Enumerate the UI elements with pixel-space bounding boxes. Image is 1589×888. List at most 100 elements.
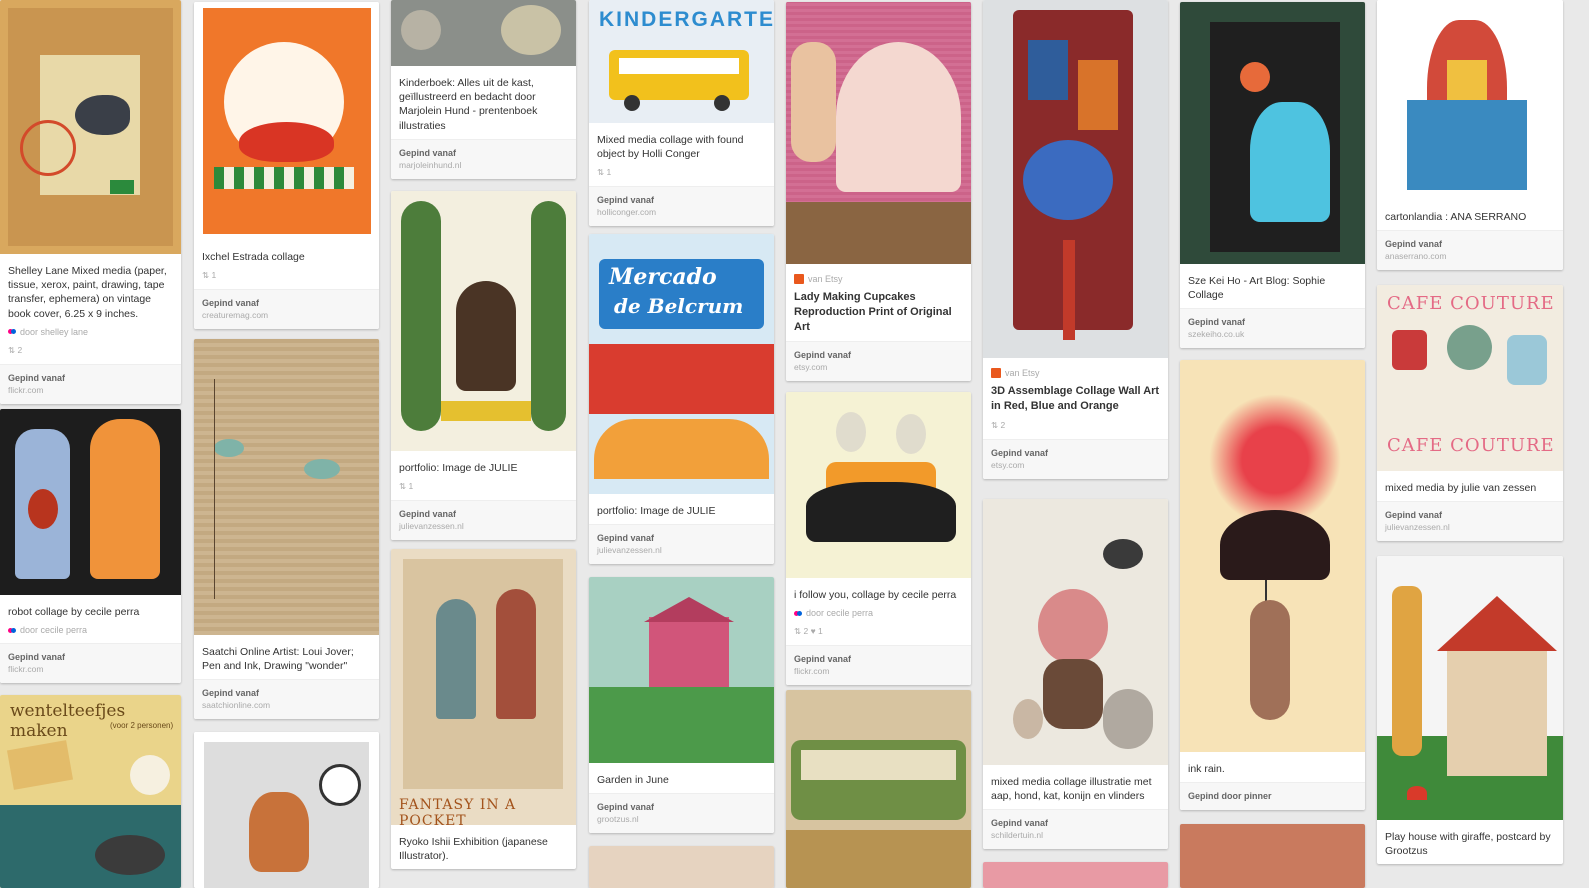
pin-description: Saatchi Online Artist: Loui Jover; Pen a… <box>202 646 354 673</box>
pin-card[interactable]: Mercado de Belcrum portfolio: Image de J… <box>589 234 774 565</box>
pin-card[interactable]: van Etsy Lady Making Cupcakes Reproducti… <box>786 2 971 381</box>
flickr-icon <box>8 329 16 335</box>
pin-attribution[interactable]: door cecile perra <box>0 625 181 643</box>
pin-card[interactable]: FANTASY IN A POCKET Ryoko Ishii Exhibiti… <box>391 549 576 870</box>
pin-image[interactable] <box>391 0 576 66</box>
pin-image[interactable] <box>589 846 774 888</box>
pin-image[interactable] <box>983 499 1168 765</box>
pin-image[interactable] <box>786 392 971 578</box>
pin-image[interactable] <box>983 862 1168 888</box>
pin-image[interactable] <box>0 409 181 595</box>
pin-image[interactable] <box>1377 556 1563 820</box>
pin-description: robot collage by cecile perra <box>8 606 140 618</box>
pin-source[interactable]: Gepind vanaf julievanzessen.nl <box>391 500 576 541</box>
pin-image[interactable]: KINDERGARTEN <box>589 0 774 123</box>
pin-card[interactable]: robot collage by cecile perra door cecil… <box>0 409 181 684</box>
repin-count: ⇅ 2 ♥ 1 <box>794 626 823 637</box>
pin-description: Ryoko Ishii Exhibition (japanese Illustr… <box>399 836 548 863</box>
pin-image[interactable] <box>194 339 379 635</box>
pin-source[interactable]: Gepind vanaf julievanzessen.nl <box>589 524 774 565</box>
pin-description: mixed media by julie van zessen <box>1385 482 1537 494</box>
pin-card[interactable]: wentelteefjes maken (voor 2 personen) <box>0 695 181 888</box>
pin-card[interactable] <box>1180 824 1365 888</box>
pin-source[interactable]: Gepind vanaf flickr.com <box>0 363 181 404</box>
pin-card[interactable] <box>194 732 379 888</box>
repin-count: ⇅ 1 <box>399 481 414 492</box>
pin-card[interactable]: Garden in June Gepind vanaf grootzus.nl <box>589 577 774 834</box>
poster-title: CAFE COUTURE <box>1387 293 1555 314</box>
pin-image[interactable] <box>983 0 1168 358</box>
pin-card[interactable]: van Etsy 3D Assemblage Collage Wall Art … <box>983 0 1168 479</box>
pin-image[interactable]: Mercado de Belcrum <box>589 234 774 494</box>
pin-source[interactable]: Gepind vanaf julievanzessen.nl <box>1377 501 1563 542</box>
pin-image[interactable] <box>1180 360 1365 752</box>
pin-card[interactable]: Ixchel Estrada collage ⇅ 1 Gepind vanaf c… <box>194 2 379 330</box>
pin-card[interactable]: CAFE COUTURE CAFE COUTURE mixed media by… <box>1377 285 1563 542</box>
pin-image[interactable] <box>786 2 971 264</box>
pin-image[interactable] <box>391 191 576 451</box>
pin-description: Mixed media collage with found object by… <box>597 134 744 161</box>
pin-card[interactable] <box>786 690 971 888</box>
pin-image[interactable] <box>0 0 181 254</box>
pin-description: i follow you, collage by cecile perra <box>794 589 957 601</box>
pin-description: Kinderboek: Alles uit de kast, geïllustr… <box>399 77 538 132</box>
pin-image[interactable]: CAFE COUTURE CAFE COUTURE <box>1377 285 1563 471</box>
pin-vendor[interactable]: van Etsy <box>786 264 971 288</box>
pin-card[interactable]: Saatchi Online Artist: Loui Jover; Pen a… <box>194 339 379 720</box>
repin-count: ⇅ 2 <box>8 344 23 355</box>
pin-source[interactable]: Gepind door pinner <box>1180 782 1365 811</box>
repin-count: ⇅ 1 <box>202 270 217 281</box>
poster-subtitle: (voor 2 personen) <box>110 721 174 730</box>
pin-card[interactable]: Sze Kei Ho - Art Blog: Sophie Collage Ge… <box>1180 2 1365 349</box>
pin-image[interactable] <box>786 690 971 888</box>
pin-card[interactable]: Shelley Lane Mixed media (paper, tissue,… <box>0 0 181 404</box>
pin-card[interactable] <box>589 846 774 888</box>
pin-card[interactable]: Play house with giraffe, postcard by Gro… <box>1377 556 1563 865</box>
pin-source[interactable]: Gepind vanaf saatchionline.com <box>194 679 379 720</box>
pin-description: portfolio: Image de JULIE <box>399 462 518 474</box>
pin-card[interactable]: i follow you, collage by cecile perra do… <box>786 392 971 686</box>
pin-card[interactable]: ink rain. Gepind door pinner <box>1180 360 1365 811</box>
pin-source[interactable]: Gepind vanaf flickr.com <box>786 645 971 686</box>
pin-source[interactable]: Gepind vanaf grootzus.nl <box>589 793 774 834</box>
pin-source[interactable]: Gepind vanaf etsy.com <box>786 340 971 381</box>
pin-card[interactable]: mixed media collage illustratie met aap,… <box>983 499 1168 850</box>
pin-description: Lady Making Cupcakes Reproduction Print … <box>794 291 952 333</box>
pin-image[interactable] <box>194 732 379 888</box>
pin-image[interactable]: FANTASY IN A POCKET <box>391 549 576 825</box>
pin-attribution[interactable]: door cecile perra <box>786 608 971 626</box>
pin-vendor[interactable]: van Etsy <box>983 358 1168 382</box>
pin-image[interactable] <box>1180 824 1365 888</box>
pin-card[interactable]: cartonlandia : ANA SERRANO Gepind vanaf a… <box>1377 0 1563 271</box>
pin-card[interactable]: Kinderboek: Alles uit de kast, geïllustr… <box>391 0 576 179</box>
pin-source[interactable]: Gepind vanaf anaserrano.com <box>1377 230 1563 271</box>
pin-image[interactable] <box>194 2 379 240</box>
pin-attribution[interactable]: door shelley lane <box>0 327 181 345</box>
poster-title: FANTASY IN A POCKET <box>399 797 517 825</box>
pin-source[interactable]: Gepind vanaf creaturemag.com <box>194 289 379 330</box>
pin-card[interactable]: portfolio: Image de JULIE ⇅ 1 Gepind van… <box>391 191 576 541</box>
like-count: 1 <box>818 626 823 637</box>
pin-source[interactable]: Gepind vanaf holliconger.com <box>589 186 774 227</box>
poster-subtitle: de Belcrum <box>614 294 744 318</box>
pin-image[interactable] <box>1180 2 1365 264</box>
pin-description: portfolio: Image de JULIE <box>597 505 716 517</box>
poster-title: KINDERGARTEN <box>599 8 774 31</box>
pin-description: Shelley Lane Mixed media (paper, tissue,… <box>8 265 167 320</box>
pin-description: 3D Assemblage Collage Wall Art in Red, B… <box>991 385 1160 412</box>
poster-title: Mercado <box>609 264 717 290</box>
pin-description: cartonlandia : ANA SERRANO <box>1385 211 1527 223</box>
pin-description: Ixchel Estrada collage <box>202 251 305 263</box>
pin-source[interactable]: Gepind vanaf flickr.com <box>0 643 181 684</box>
repin-count: ⇅ 1 <box>597 167 612 178</box>
pin-image[interactable]: wentelteefjes maken (voor 2 personen) <box>0 695 181 888</box>
pin-source[interactable]: Gepind vanaf szekeiho.co.uk <box>1180 308 1365 349</box>
pin-source[interactable]: Gepind vanaf marjoleinhund.nl <box>391 138 576 179</box>
pin-card[interactable]: KINDERGARTEN Mixed media collage with fo… <box>589 0 774 227</box>
pin-image[interactable] <box>1377 0 1563 200</box>
pin-card[interactable] <box>983 862 1168 888</box>
pin-image[interactable] <box>589 577 774 763</box>
pin-description: mixed media collage illustratie met aap,… <box>991 776 1152 803</box>
pin-source[interactable]: Gepind vanaf etsy.com <box>983 438 1168 479</box>
pin-source[interactable]: Gepind vanaf schildertuin.nl <box>983 809 1168 850</box>
